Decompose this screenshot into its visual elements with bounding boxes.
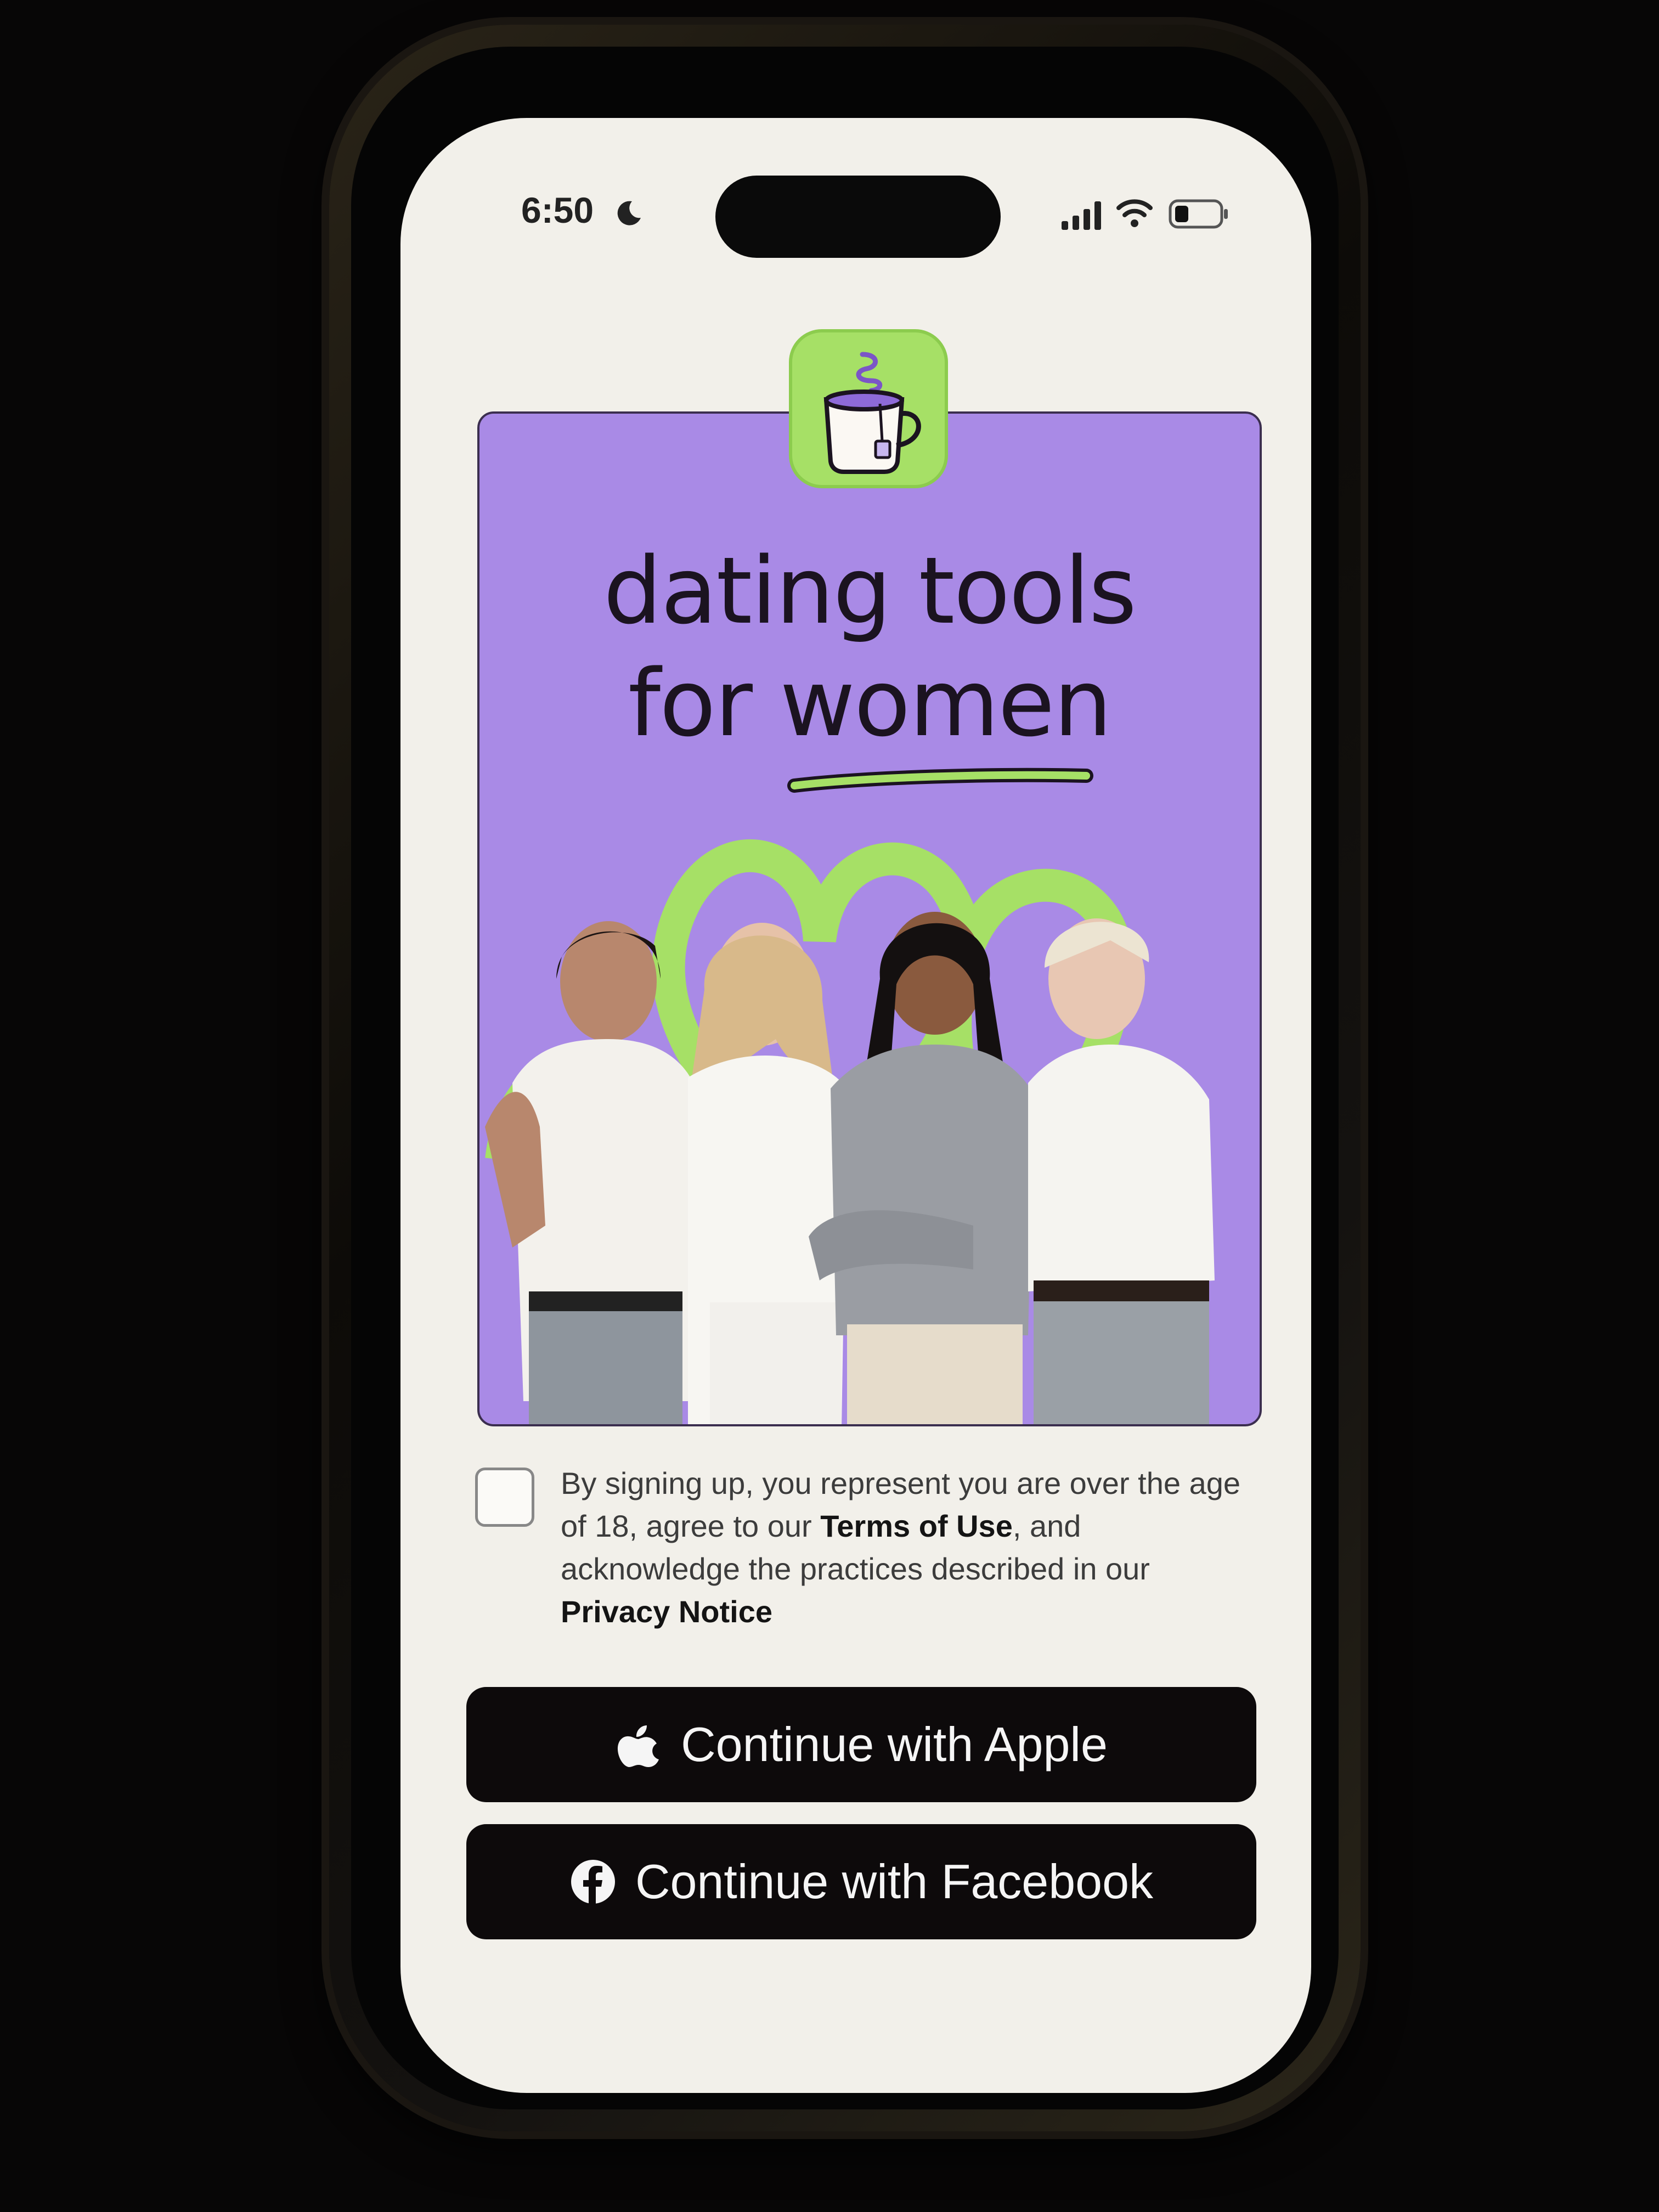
continue-with-facebook-label: Continue with Facebook bbox=[635, 1854, 1154, 1909]
continue-with-apple-button[interactable]: Continue with Apple bbox=[466, 1687, 1256, 1802]
consent-text: By signing up, you represent you are ove… bbox=[561, 1462, 1252, 1633]
continue-with-apple-label: Continue with Apple bbox=[681, 1717, 1108, 1771]
hero-card: dating tools for women bbox=[477, 411, 1262, 1426]
status-time: 6:50 bbox=[521, 190, 594, 230]
hero-title-line2: for women bbox=[628, 650, 1112, 757]
privacy-notice-link[interactable]: Privacy Notice bbox=[561, 1594, 772, 1629]
continue-with-facebook-button[interactable]: Continue with Facebook bbox=[466, 1824, 1256, 1939]
phone-frame: 6:50 dating tools for women By signing u… bbox=[329, 25, 1361, 2131]
moon-icon bbox=[617, 201, 641, 225]
battery-icon bbox=[1169, 199, 1228, 229]
apple-logo-icon bbox=[617, 1725, 659, 1767]
tea-mug-icon bbox=[823, 352, 921, 474]
app-screen: 6:50 dating tools for women By signing u… bbox=[400, 118, 1311, 2093]
cellular-signal-icon bbox=[1062, 201, 1101, 230]
facebook-logo-icon bbox=[571, 1860, 615, 1904]
dynamic-island bbox=[715, 176, 1001, 258]
wifi-icon bbox=[1116, 199, 1153, 227]
phone-bezel: 6:50 dating tools for women By signing u… bbox=[351, 47, 1339, 2109]
hero-underline-stroke bbox=[787, 768, 1093, 793]
terms-of-use-link[interactable]: Terms of Use bbox=[820, 1509, 1013, 1543]
consent-checkbox[interactable] bbox=[475, 1468, 534, 1527]
hero-title-line1: dating tools bbox=[603, 537, 1137, 645]
women-group-photo bbox=[485, 912, 1215, 1424]
app-logo bbox=[789, 329, 948, 488]
